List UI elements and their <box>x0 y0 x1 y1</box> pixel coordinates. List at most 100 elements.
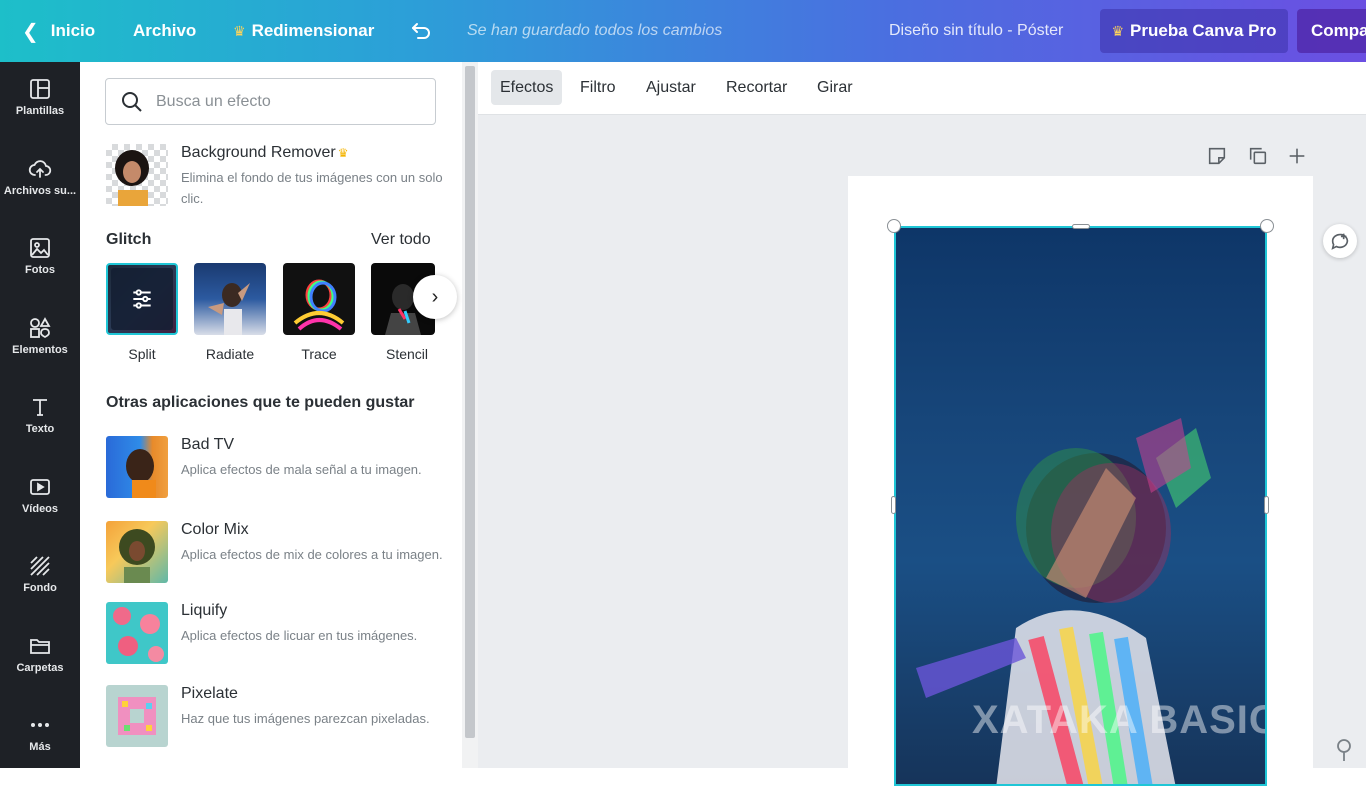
undo-button[interactable] <box>409 0 433 62</box>
nav-uploads[interactable]: Archivos su... <box>0 142 80 212</box>
top-bar: ❮ Inicio Archivo ♛ Redimensionar Se han … <box>0 0 1366 62</box>
trace-thumbnail <box>293 279 345 331</box>
sliders-icon <box>133 289 151 309</box>
share-button[interactable]: Compartir <box>1297 9 1366 53</box>
app-name: Bad TV <box>181 436 235 453</box>
add-comment-button[interactable] <box>1323 224 1357 258</box>
file-menu[interactable]: Archivo <box>133 0 196 62</box>
tab-crop[interactable]: Recortar <box>717 70 796 105</box>
color-mix-thumbnail <box>106 521 168 583</box>
watermark-text: XATAKA BASICS <box>972 698 1265 742</box>
resize-handle-left[interactable] <box>891 496 896 514</box>
resize-handle-top-right[interactable] <box>1260 219 1274 233</box>
glitch-title: Glitch <box>106 231 152 248</box>
app-color-mix[interactable]: Color Mix Aplica efectos de mix de color… <box>106 521 446 583</box>
home-label: Inicio <box>50 21 96 40</box>
nav-label: Carpetas <box>16 662 64 674</box>
effects-panel: Busca un efecto Background Remover ♛ Elim… <box>80 62 462 768</box>
portrait-icon <box>115 150 149 206</box>
tab-effects[interactable]: Efectos <box>491 70 563 105</box>
help-icon[interactable] <box>1334 737 1354 761</box>
carousel-next-button[interactable]: › <box>413 275 457 319</box>
save-status: Se han guardado todos los cambios <box>467 22 723 39</box>
crown-icon: ♛ <box>337 146 349 160</box>
profile-icon <box>126 449 156 498</box>
resize-handle-top-left[interactable] <box>887 219 901 233</box>
elements-icon <box>30 317 51 339</box>
bad-tv-thumbnail <box>106 436 168 498</box>
more-icon <box>31 723 49 727</box>
app-liquify[interactable]: Liquify Aplica efectos de licuar en tus … <box>106 602 446 664</box>
app-bad-tv[interactable]: Bad TV Aplica efectos de mala señal a tu… <box>106 436 446 498</box>
nav-label: Fondo <box>23 582 57 594</box>
tab-filter[interactable]: Filtro <box>571 70 625 105</box>
resize-button[interactable]: ♛ Redimensionar <box>233 0 374 62</box>
try-pro-button[interactable]: ♛ Prueba Canva Pro <box>1100 9 1288 53</box>
glitch-label: Stencil <box>385 346 429 362</box>
glitch-split-tile[interactable] <box>106 263 178 335</box>
nav-folders[interactable]: Carpetas <box>0 619 80 689</box>
background-remover-thumbnail <box>106 144 168 206</box>
portrait-icon <box>119 529 155 583</box>
app-description: Aplica efectos de mala señal a tu imagen… <box>181 462 422 477</box>
nav-text[interactable]: Texto <box>0 380 80 450</box>
templates-icon <box>30 79 50 99</box>
glitch-trace-tile[interactable] <box>283 263 355 335</box>
nav-elements[interactable]: Elementos <box>0 301 80 371</box>
duplicate-page-icon[interactable] <box>1247 145 1269 167</box>
app-pixelate[interactable]: Pixelate Haz que tus imágenes parezcan p… <box>106 685 446 747</box>
tab-adjust[interactable]: Ajustar <box>637 70 705 105</box>
glitch-label: Split <box>128 346 156 362</box>
see-all-link[interactable]: Ver todo <box>371 231 431 249</box>
chevron-right-icon: › <box>431 285 439 308</box>
left-nav: Plantillas Archivos su... Fotos Elemento… <box>0 62 80 768</box>
nav-label: Elementos <box>12 344 68 356</box>
upload-icon <box>28 160 52 178</box>
nav-videos[interactable]: Vídeos <box>0 460 80 530</box>
undo-icon <box>412 23 430 39</box>
liquify-thumbnail <box>106 602 168 664</box>
resize-handle-right[interactable] <box>1264 496 1269 514</box>
app-description: Elimina el fondo de tus imágenes con un … <box>181 170 443 206</box>
nav-label: Archivos su... <box>3 185 77 197</box>
chevron-left-icon: ❮ <box>22 20 39 43</box>
donut-icon <box>118 697 156 735</box>
video-icon <box>30 479 50 495</box>
app-background-remover[interactable]: Background Remover ♛ Elimina el fondo de … <box>106 144 446 206</box>
resize-label: Redimensionar <box>251 21 375 40</box>
document-title[interactable]: Diseño sin título - Póster <box>889 0 1063 62</box>
folder-icon <box>30 639 50 654</box>
radiate-thumbnail <box>208 283 250 335</box>
glitch-label: Radiate <box>205 346 255 362</box>
search-input[interactable]: Busca un efecto <box>105 78 436 125</box>
note-icon[interactable] <box>1206 145 1228 167</box>
design-canvas: XATAKA BASICS <box>478 115 1366 786</box>
resize-handle-top[interactable] <box>1072 224 1090 229</box>
nav-templates[interactable]: Plantillas <box>0 62 80 132</box>
panel-scrollbar[interactable] <box>462 62 478 768</box>
photos-icon <box>30 238 50 258</box>
add-page-icon[interactable] <box>1286 145 1308 167</box>
selected-photo[interactable]: XATAKA BASICS <box>894 226 1267 786</box>
editor-toolbar: Efectos Filtro Ajustar Recortar Girar <box>478 62 1366 115</box>
app-name: Pixelate <box>181 685 238 702</box>
glitch-radiate-tile[interactable] <box>194 263 266 335</box>
nav-photos[interactable]: Fotos <box>0 221 80 291</box>
comment-add-icon <box>1331 233 1349 250</box>
app-description: Aplica efectos de licuar en tus imágenes… <box>181 628 418 643</box>
tab-flip[interactable]: Girar <box>808 70 862 105</box>
nav-label: Texto <box>25 423 55 435</box>
featured-name: Background Remover <box>181 144 336 161</box>
home-button[interactable]: ❮ Inicio <box>22 0 95 62</box>
app-name: Background Remover ♛ <box>181 144 349 162</box>
nav-background[interactable]: Fondo <box>0 539 80 609</box>
glitch-label: Trace <box>301 346 337 362</box>
nav-label: Fotos <box>25 264 55 276</box>
nav-label: Más <box>29 741 51 753</box>
pixelate-thumbnail <box>106 685 168 747</box>
scrollbar-thumb[interactable] <box>465 66 475 738</box>
other-apps-title: Otras aplicaciones que te pueden gustar <box>106 394 415 411</box>
text-icon <box>33 399 47 416</box>
nav-more[interactable]: Más <box>0 698 80 768</box>
try-pro-label: Prueba Canva Pro <box>1130 21 1277 40</box>
